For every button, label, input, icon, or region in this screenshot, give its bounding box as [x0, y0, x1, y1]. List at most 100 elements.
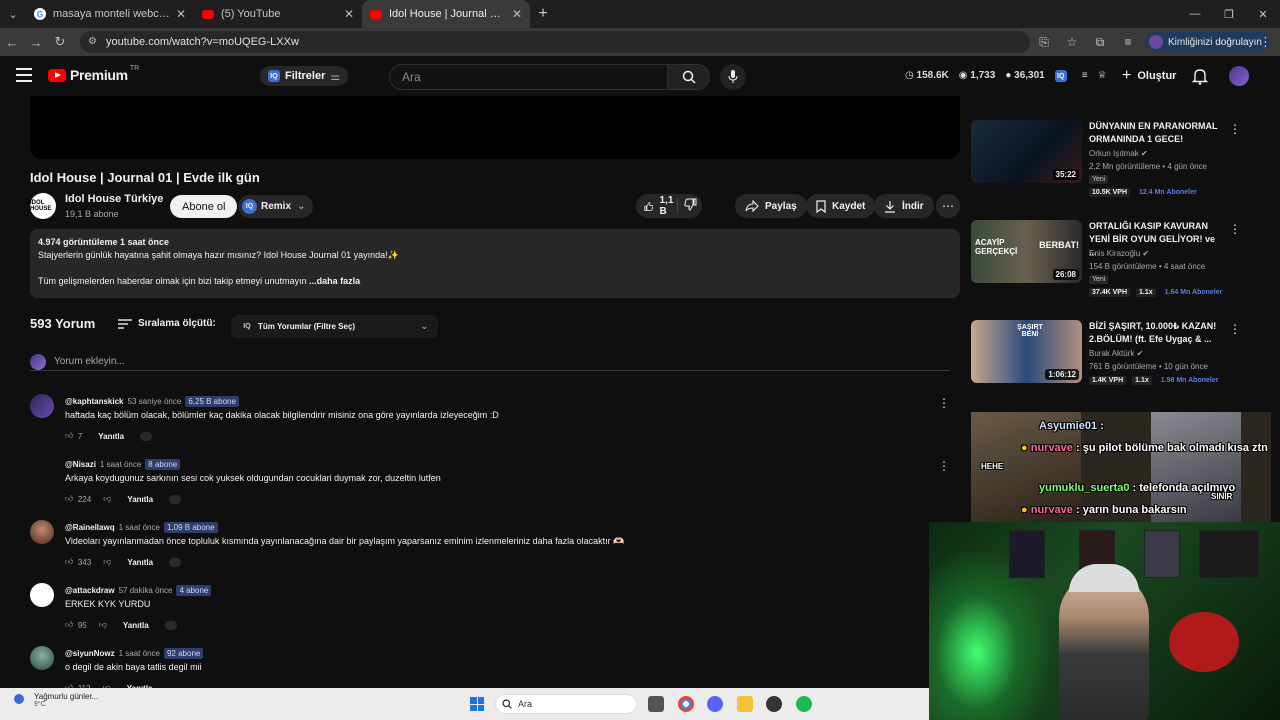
video-menu-icon[interactable]: ⋮: [1229, 322, 1241, 336]
commenter-avatar[interactable]: [30, 394, 54, 418]
extension-iq-icon[interactable]: IQ: [1054, 70, 1067, 82]
thumbs-up-icon[interactable]: 👍︎: [65, 620, 73, 630]
like-button[interactable]: 1,1 B: [636, 195, 678, 217]
browser-tab-1[interactable]: G masaya monteli webcam tripot ✕: [26, 0, 194, 28]
browser-menu-icon[interactable]: ⋮: [1259, 34, 1272, 50]
task-view-icon[interactable]: [648, 696, 664, 712]
forward-icon[interactable]: →: [24, 35, 48, 50]
video-thumbnail[interactable]: ACAYİP GERÇEKÇİ BERBAT! 26:08: [971, 220, 1082, 283]
notifications-bell-icon[interactable]: [1192, 68, 1208, 85]
video-thumbnail[interactable]: 35:22: [971, 120, 1082, 183]
thumbs-up-icon[interactable]: 👍︎: [65, 557, 73, 567]
recommended-channel[interactable]: Enis Kirazoğlu ✔: [1089, 249, 1149, 258]
comment-time[interactable]: 1 saat önce: [119, 523, 160, 532]
url-field[interactable]: ⚙ youtube.com/watch?v=moUQEG-LXXw: [80, 31, 1030, 53]
reply-button[interactable]: Yanıtla: [127, 558, 153, 567]
discord-icon[interactable]: [707, 696, 723, 712]
weather-widget[interactable]: Yağmurlu günler... 9°C: [14, 692, 98, 708]
commenter-avatar[interactable]: [30, 646, 54, 670]
filters-button[interactable]: IQ Filtreler ⚌: [260, 66, 349, 86]
comment-author[interactable]: @Nisazi: [65, 460, 96, 469]
app-icon[interactable]: [766, 696, 782, 712]
comment-author[interactable]: @Rainellawq: [65, 523, 115, 532]
account-avatar[interactable]: [1229, 66, 1249, 86]
close-tab-icon[interactable]: ✕: [176, 7, 186, 21]
youtube-premium-logo[interactable]: Premium TR: [48, 65, 139, 83]
chrome-icon[interactable]: [678, 696, 694, 712]
sort-button[interactable]: Sıralama ölçütü:: [118, 318, 216, 329]
recommended-video[interactable]: 35:22 DÜNYANIN EN PARANORMAL ORMANINDA 1…: [971, 120, 1271, 197]
add-comment-field[interactable]: Yorum ekleyin...: [30, 353, 950, 371]
comment-menu-icon[interactable]: ⋮: [938, 396, 950, 410]
commenter-avatar[interactable]: [30, 520, 54, 544]
close-tab-icon[interactable]: ✕: [512, 7, 522, 21]
comment-time[interactable]: 1 saat önce: [100, 460, 141, 469]
recommended-channel[interactable]: Burak Aktürk ✔: [1089, 349, 1143, 358]
channel-name[interactable]: Idol House Türkiye: [65, 193, 163, 205]
list-icon[interactable]: ≡: [1082, 70, 1088, 82]
comment-author[interactable]: @siyunNowz: [65, 649, 115, 658]
subscribe-button[interactable]: Abone ol: [170, 195, 238, 218]
reload-icon[interactable]: ↻: [48, 34, 72, 50]
show-more-link[interactable]: ...daha fazla: [309, 276, 360, 286]
more-actions-button[interactable]: ⋯: [936, 194, 960, 218]
recommended-title[interactable]: BİZİ ŞAŞIRT, 10.000₺ KAZAN! 2.BÖLÜM! (ft…: [1089, 320, 1219, 346]
reply-button[interactable]: Yanıtla: [127, 495, 153, 504]
new-tab-button[interactable]: +: [530, 5, 556, 23]
video-thumbnail[interactable]: ŞAŞIRT BENİ 1:06:12: [971, 320, 1082, 383]
extensions-icon[interactable]: ⧉: [1086, 35, 1114, 50]
thumbs-down-icon[interactable]: 👎︎: [103, 557, 111, 567]
thumbs-up-icon[interactable]: 👍︎: [65, 431, 73, 441]
close-tab-icon[interactable]: ✕: [344, 7, 354, 21]
thumbs-up-icon[interactable]: 👍︎: [65, 494, 73, 504]
install-app-icon[interactable]: ⎘: [1030, 35, 1058, 50]
save-button[interactable]: Kaydet: [806, 194, 876, 218]
remix-button[interactable]: IQ Remix ⌄: [238, 195, 314, 218]
reading-list-icon[interactable]: ≡: [1114, 35, 1142, 49]
dislike-button[interactable]: [678, 198, 703, 214]
extension-iq-icon[interactable]: [169, 494, 182, 504]
extension-iq-icon[interactable]: [169, 557, 182, 567]
voice-search-button[interactable]: [720, 64, 746, 90]
file-explorer-icon[interactable]: [737, 696, 753, 712]
comment-time[interactable]: 53 saniye önce: [128, 397, 182, 406]
search-input[interactable]: Ara: [389, 64, 668, 90]
thumbs-down-icon[interactable]: 👎︎: [99, 620, 107, 630]
minimize-icon[interactable]: —: [1178, 0, 1212, 28]
spotify-icon[interactable]: [796, 696, 812, 712]
comment-time[interactable]: 57 dakika önce: [119, 586, 173, 595]
search-button[interactable]: [668, 64, 710, 90]
comment-author[interactable]: @attackdraw: [65, 586, 115, 595]
reply-button[interactable]: Yanıtla: [98, 432, 124, 441]
thumbs-down-icon[interactable]: 👎︎: [103, 494, 111, 504]
trophy-icon[interactable]: ♕: [1098, 70, 1107, 82]
video-menu-icon[interactable]: ⋮: [1229, 222, 1241, 236]
browser-tab-3[interactable]: Idol House | Journal 01 | Evde ilk ✕: [362, 0, 530, 28]
bookmark-star-icon[interactable]: ☆: [1058, 35, 1086, 49]
browser-tab-2[interactable]: (5) YouTube ✕: [194, 0, 362, 28]
menu-icon[interactable]: [16, 68, 32, 82]
video-menu-icon[interactable]: ⋮: [1229, 122, 1241, 136]
reply-button[interactable]: Yanıtla: [123, 621, 149, 630]
commenter-avatar[interactable]: [30, 583, 54, 607]
recommended-video[interactable]: ACAYİP GERÇEKÇİ BERBAT! 26:08 ORTALIĞI K…: [971, 220, 1271, 297]
back-icon[interactable]: ←: [0, 35, 24, 50]
close-window-icon[interactable]: ✕: [1246, 0, 1280, 28]
create-button[interactable]: + Oluştur: [1122, 67, 1176, 85]
maximize-icon[interactable]: ❐: [1212, 0, 1246, 28]
extension-iq-icon[interactable]: [164, 620, 177, 630]
comment-author[interactable]: @kaphtanskick: [65, 397, 124, 406]
site-info-icon[interactable]: ⚙: [88, 36, 100, 48]
share-button[interactable]: Paylaş: [735, 194, 807, 218]
recommended-video[interactable]: ŞAŞIRT BENİ 1:06:12 BİZİ ŞAŞIRT, 10.000₺…: [971, 320, 1271, 390]
channel-avatar[interactable]: IDOL HOUSE: [30, 193, 56, 219]
recommended-title[interactable]: DÜNYANIN EN PARANORMAL ORMANINDA 1 GECE!: [1089, 120, 1219, 146]
tab-search-icon[interactable]: ⌄: [0, 0, 26, 28]
recommended-channel[interactable]: Orkun Işıtmak ✔: [1089, 149, 1148, 158]
taskbar-search[interactable]: Ara: [495, 694, 637, 714]
windows-start-icon[interactable]: [470, 697, 484, 711]
download-button[interactable]: İndir: [874, 194, 934, 218]
comment-time[interactable]: 1 saat önce: [119, 649, 160, 658]
comment-menu-icon[interactable]: ⋮: [938, 459, 950, 473]
profile-button[interactable]: Kimliğinizi doğrulayın: [1145, 32, 1270, 52]
